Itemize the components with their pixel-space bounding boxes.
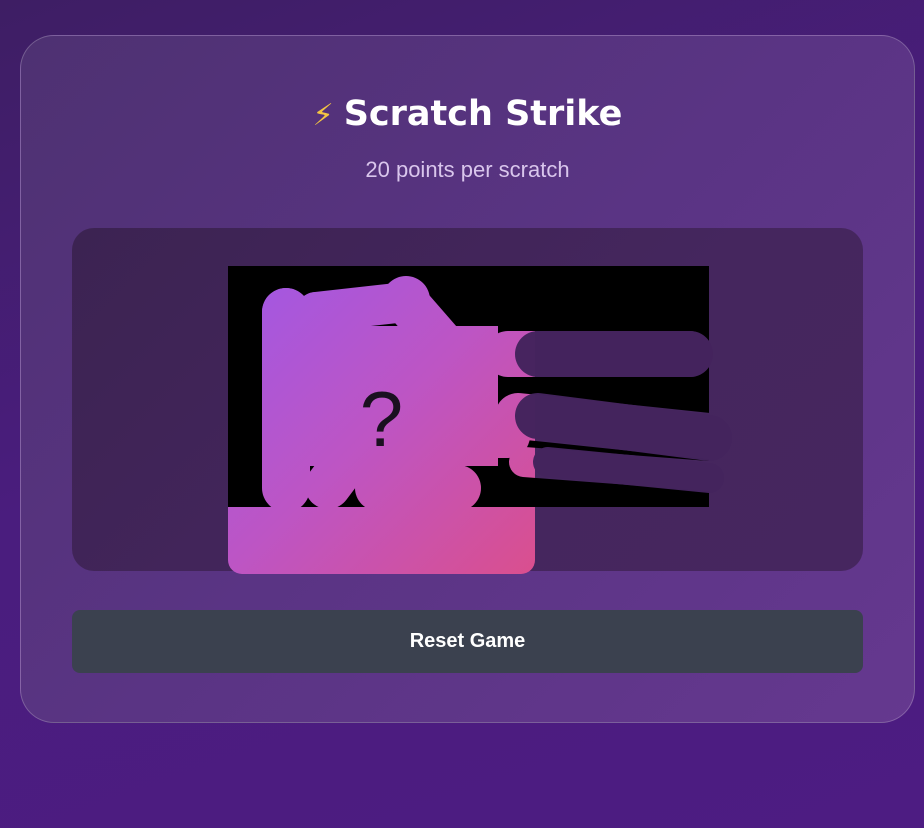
scratch-game-area: ? bbox=[72, 228, 863, 574]
game-title: ⚡ Scratch Strike bbox=[21, 92, 914, 138]
game-panel: ⚡ Scratch Strike 20 points per scratch ? bbox=[20, 35, 915, 723]
points-subtitle: 20 points per scratch bbox=[365, 157, 570, 182]
lightning-bolt-icon: ⚡ bbox=[312, 98, 334, 133]
reset-game-button[interactable]: Reset Game bbox=[72, 610, 863, 673]
scratch-cover-canvas[interactable] bbox=[228, 266, 732, 507]
game-title-text: Scratch Strike bbox=[343, 94, 623, 134]
